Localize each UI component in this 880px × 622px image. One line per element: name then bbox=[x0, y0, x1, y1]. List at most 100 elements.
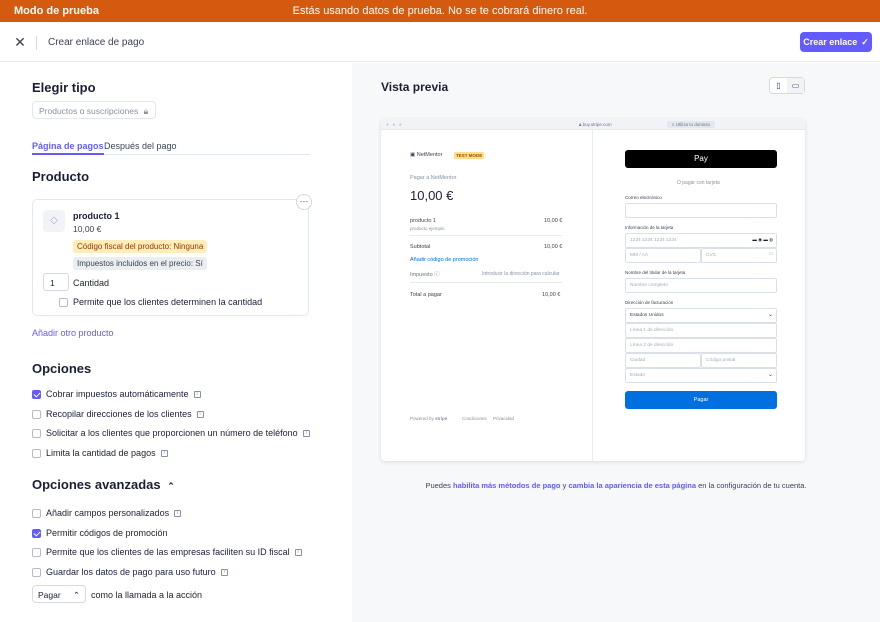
option-custom-fields[interactable]: Añadir campos personalizados i bbox=[32, 507, 182, 519]
chevron-updown-icon: ⌃ bbox=[72, 590, 80, 600]
cta-select[interactable]: Pagar ⌃ bbox=[32, 585, 86, 603]
note-text: y bbox=[562, 481, 567, 490]
add-product-link[interactable]: Añadir otro producto bbox=[32, 328, 114, 338]
option-save-payment[interactable]: Guardar los datos de pago para uso futur… bbox=[32, 566, 228, 578]
country-select[interactable]: Estados Unidos ⌄ bbox=[625, 308, 777, 323]
option-label: Guardar los datos de pago para uso futur… bbox=[46, 567, 216, 577]
option-phone[interactable]: Solicitar a los clientes que proporcione… bbox=[32, 427, 310, 439]
change-appearance-link[interactable]: cambia la apariencia de esta página bbox=[568, 481, 696, 490]
address-line1-field[interactable]: Línea 1 de dirección bbox=[625, 323, 777, 338]
custom-domain-label: Utiliza tu dominio bbox=[675, 122, 711, 127]
apple-pay-button[interactable]: Pay bbox=[625, 150, 777, 168]
tab-payment-page[interactable]: Página de pagos bbox=[32, 141, 104, 155]
quantity-label: Cantidad bbox=[73, 278, 110, 288]
payment-form: Pay O pagar con tarjeta Correo electróni… bbox=[592, 130, 805, 461]
checkbox[interactable] bbox=[32, 567, 41, 577]
expiry-field[interactable]: MM / AA bbox=[625, 248, 701, 263]
powered-by: Powered by stripe bbox=[410, 416, 447, 421]
option-label: Añadir campos personalizados bbox=[46, 508, 170, 518]
checkbox[interactable] bbox=[32, 409, 41, 419]
billing-label: Dirección de facturación bbox=[625, 300, 674, 305]
state-select[interactable]: Estado ⌄ bbox=[625, 368, 777, 383]
or-card-divider: O pagar con tarjeta bbox=[677, 180, 720, 186]
info-icon[interactable]: i bbox=[174, 509, 182, 517]
product-image-icon: ◇ bbox=[43, 210, 65, 232]
desktop-icon[interactable]: ▭ bbox=[787, 78, 804, 93]
info-icon[interactable]: i bbox=[302, 429, 310, 437]
option-limit-payments[interactable]: Limita la cantidad de pagos i bbox=[32, 447, 168, 459]
checkbox[interactable] bbox=[32, 547, 41, 557]
info-icon[interactable]: i bbox=[160, 449, 168, 457]
tab-bar: Página de pagos Después del pago bbox=[32, 139, 310, 155]
total-label: Total a pagar bbox=[410, 292, 442, 298]
page-title: Crear enlace de pago bbox=[48, 37, 145, 48]
tax-label: Impuesto ⓘ bbox=[410, 272, 440, 278]
cvc-field[interactable]: CVC ▭ bbox=[701, 248, 777, 263]
product-heading: Producto bbox=[32, 169, 90, 184]
advanced-options-toggle[interactable]: Opciones avanzadas ⌃ bbox=[32, 477, 175, 492]
checkbox-checked[interactable] bbox=[32, 528, 41, 538]
product-price: 10,00 € bbox=[73, 224, 102, 234]
url-text: buy.stripe.com bbox=[582, 122, 612, 127]
amount-display: 10,00 € bbox=[410, 188, 454, 203]
cta-label: como la llamada a la acción bbox=[91, 590, 203, 600]
preview-title: Vista previa bbox=[381, 80, 449, 94]
cta-select-value: Pagar bbox=[38, 590, 61, 600]
item-price: 10,00 € bbox=[544, 218, 563, 224]
apple-pay-label: Pay bbox=[694, 154, 708, 163]
address-line2-field[interactable]: Línea 2 de dirección bbox=[625, 338, 777, 353]
conditions-link[interactable]: Condiciones bbox=[462, 416, 487, 421]
subtotal-value: 10,00 € bbox=[544, 244, 563, 250]
promo-code-link[interactable]: Añadir código de promoción bbox=[410, 257, 479, 263]
tax-label-text: Impuesto bbox=[410, 272, 433, 278]
create-link-button[interactable]: Crear enlace ✓ bbox=[800, 32, 872, 52]
item-description: producto ejemplo bbox=[410, 226, 445, 231]
info-icon[interactable]: i bbox=[193, 390, 201, 398]
info-icon[interactable]: i bbox=[220, 568, 228, 576]
checkbox[interactable] bbox=[32, 508, 41, 518]
lock-icon: 🔒︎ bbox=[143, 106, 149, 116]
close-icon[interactable]: ✕ bbox=[12, 34, 28, 50]
tab-after-payment[interactable]: Después del pago bbox=[104, 141, 177, 151]
option-collect-address[interactable]: Recopilar direcciones de los clientes i bbox=[32, 408, 204, 420]
info-icon[interactable]: i bbox=[294, 548, 302, 556]
option-label: Permitir códigos de promoción bbox=[46, 528, 168, 538]
pay-button[interactable]: Pagar bbox=[625, 391, 777, 409]
checkout-preview: ● ● ● 🔒︎ buy.stripe.com ⌕ Utiliza tu dom… bbox=[381, 119, 805, 461]
card-number-field[interactable]: 1234 1234 1234 1234 ▬ ◉ ▬ ◍ bbox=[625, 233, 777, 248]
enable-methods-link[interactable]: habilita más métodos de pago bbox=[453, 481, 561, 490]
window-dots: ● ● ● bbox=[386, 122, 403, 128]
chevron-down-icon: ⌄ bbox=[767, 372, 773, 378]
card-brands-icon: ▬ ◉ ▬ ◍ bbox=[752, 237, 773, 242]
option-tax-id[interactable]: Permite que los clientes de las empresas… bbox=[32, 546, 302, 558]
checkbox[interactable] bbox=[32, 428, 41, 438]
adjust-quantity-checkbox[interactable]: Permite que los clientes determinen la c… bbox=[59, 296, 262, 308]
powered-label: Powered by bbox=[410, 416, 434, 421]
custom-domain-button[interactable]: ⌕ Utiliza tu dominio bbox=[667, 121, 716, 128]
info-icon[interactable]: i bbox=[196, 410, 204, 418]
email-field[interactable] bbox=[625, 203, 777, 218]
cvc-placeholder: CVC bbox=[706, 253, 717, 258]
quantity-input[interactable]: 1 bbox=[43, 273, 69, 291]
more-options-icon[interactable]: ··· bbox=[296, 194, 312, 210]
state-value: Estado bbox=[630, 373, 645, 378]
privacy-link[interactable]: Privacidad bbox=[493, 416, 514, 421]
mobile-icon[interactable]: ▯ bbox=[770, 78, 787, 93]
cardholder-field[interactable]: Nombre completo bbox=[625, 278, 777, 293]
divider bbox=[410, 282, 562, 283]
total-value: 10,00 € bbox=[542, 292, 561, 298]
divider bbox=[410, 235, 562, 236]
checkbox[interactable] bbox=[32, 448, 41, 458]
tax-included-badge: Impuestos incluidos en el precio: Sí bbox=[73, 257, 207, 270]
tax-value: Introducir la dirección para calcular bbox=[482, 271, 560, 277]
city-field[interactable]: Ciudad bbox=[625, 353, 701, 368]
option-auto-tax[interactable]: Cobrar impuestos automáticamente i bbox=[32, 388, 201, 400]
settings-panel: Elegir tipo Productos o suscripciones 🔒︎… bbox=[0, 63, 352, 622]
create-link-label: Crear enlace bbox=[803, 37, 858, 47]
checkbox[interactable] bbox=[59, 297, 68, 307]
zip-field[interactable]: Código postal bbox=[701, 353, 777, 368]
checkbox-checked[interactable] bbox=[32, 389, 41, 399]
option-promo-codes[interactable]: Permitir códigos de promoción bbox=[32, 527, 168, 539]
test-mode-message: Estás usando datos de prueba. No se te c… bbox=[292, 5, 588, 17]
type-select[interactable]: Productos o suscripciones 🔒︎ bbox=[32, 101, 156, 119]
